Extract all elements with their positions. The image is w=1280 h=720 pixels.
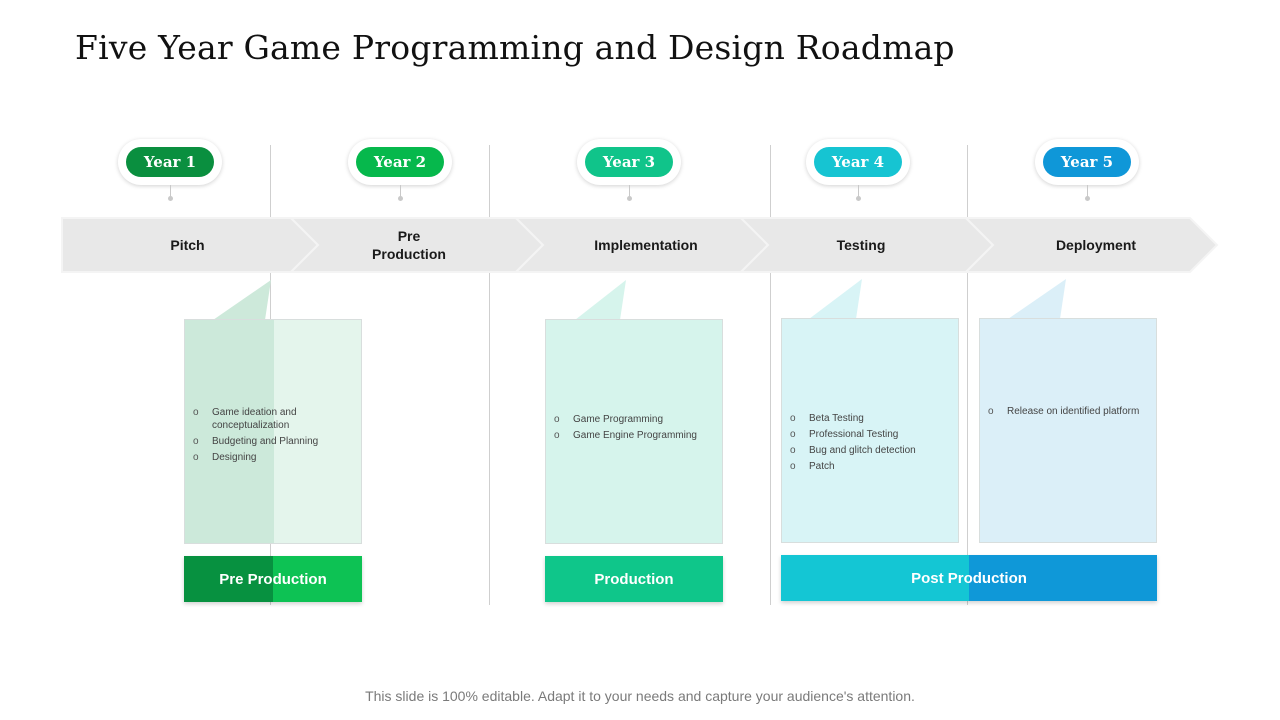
card-3-item: o Patch [790, 460, 955, 473]
phase-pre-production-label: Pre Production [219, 570, 327, 588]
card-item-text: Game Programming [573, 414, 664, 425]
card-2-item: o Game Engine Programming [554, 429, 719, 442]
bullet-icon: o [554, 430, 560, 441]
bullet-icon: o [790, 429, 796, 440]
card-item-text: Bug and glitch detection [809, 445, 916, 456]
card-3-item: o Bug and glitch detection [790, 444, 955, 457]
card-4-item: o Release on identified platform [988, 405, 1156, 418]
bullet-icon: o [790, 445, 796, 456]
card-3-list: o Beta Testing o Professional Testing o Bug a… [790, 412, 955, 476]
card-4-list: o Release on identified platform [988, 405, 1156, 421]
card-3-item: o Professional Testing [790, 428, 955, 441]
card-3-tail [809, 279, 862, 319]
stage-label-deployment: Deployment [1055, 237, 1137, 253]
bullet-icon: o [193, 407, 199, 418]
bullet-icon: o [988, 406, 994, 417]
card-item-text: Release on identified platform [1007, 406, 1140, 417]
card-item-text: Patch [809, 461, 835, 472]
card-item-text: Designing [212, 452, 257, 463]
stage-label-pitch: Pitch [170, 237, 205, 253]
phase-post-production-label: Post Production [911, 569, 1027, 587]
bullet-icon: o [790, 413, 796, 424]
card-item-text: Game ideation and conceptualization [212, 407, 297, 431]
card-item-text: Game Engine Programming [573, 430, 697, 441]
bullet-icon: o [193, 436, 199, 447]
phase-production-label: Production [594, 570, 674, 588]
stage-label-pre-production: Pre Production [330, 218, 488, 272]
card-1-item: o Budgeting and Planning [193, 435, 353, 448]
card-item-text: Budgeting and Planning [212, 436, 319, 447]
phase-pre-production: Pre Production [184, 556, 362, 602]
bullet-icon: o [790, 461, 796, 472]
stage-label-implementation: Implementation [594, 237, 698, 253]
card-4-tail [1008, 279, 1066, 319]
card-4 [979, 318, 1157, 543]
card-1-list: o Game ideation and conceptualization o Bud… [193, 406, 353, 467]
card-1-item: o Game ideation and conceptualization [193, 406, 353, 432]
footer-note: This slide is 100% editable. Adapt it to… [365, 688, 915, 704]
card-2-list: o Game Programming o Game Engine Programmin… [554, 413, 719, 445]
phase-production: Production [545, 556, 723, 602]
card-item-text: Professional Testing [809, 429, 899, 440]
phase-post-production: Post Production [781, 555, 1157, 601]
card-3-item: o Beta Testing [790, 412, 955, 425]
stage-label-pre-production-text: Pre Production [372, 228, 446, 262]
card-1-tail [213, 280, 271, 320]
card-2-tail [575, 280, 626, 320]
bullet-icon: o [193, 452, 199, 463]
bullet-icon: o [554, 414, 560, 425]
stage-label-testing: Testing [836, 237, 886, 253]
card-1-item: o Designing [193, 451, 353, 464]
card-item-text: Beta Testing [809, 413, 864, 424]
card-2-item: o Game Programming [554, 413, 719, 426]
